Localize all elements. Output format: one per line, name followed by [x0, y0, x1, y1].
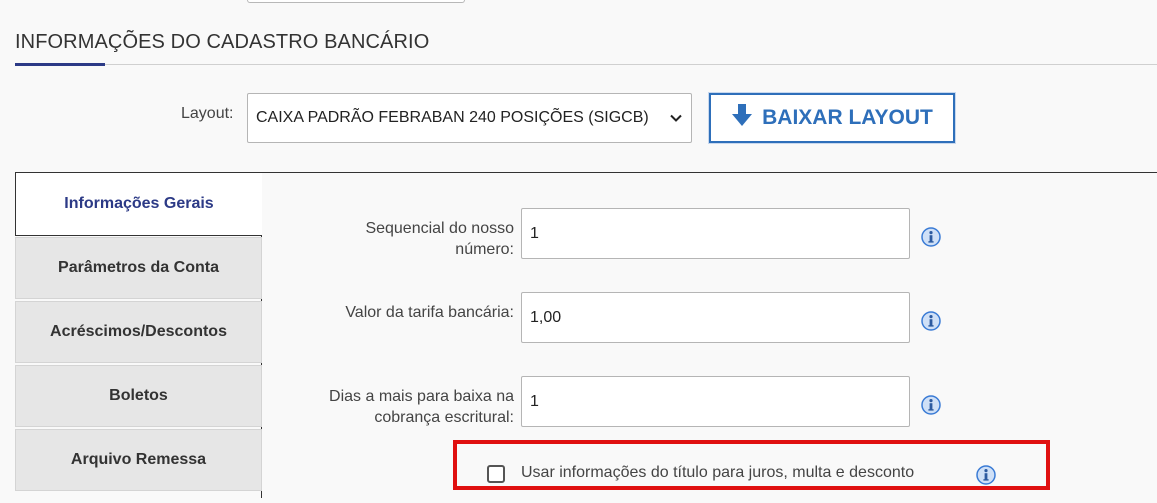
previous-field-input[interactable]	[247, 0, 465, 3]
dias-input[interactable]	[521, 376, 910, 427]
info-icon[interactable]	[921, 311, 941, 331]
dias-label: Dias a mais para baixa na cobrança escri…	[314, 386, 514, 428]
tab-arquivo-remessa[interactable]: Arquivo Remessa	[15, 429, 262, 491]
dias-label-line1: Dias a mais para baixa na	[329, 388, 514, 405]
tab-label: Arquivo Remessa	[70, 451, 207, 468]
sequencial-input[interactable]	[521, 208, 910, 259]
tab-boletos[interactable]: Boletos	[15, 365, 262, 427]
tarifa-input[interactable]	[521, 292, 910, 343]
layout-select-value: CAIXA PADRÃO FEBRABAN 240 POSIÇÕES (SIGC…	[256, 109, 649, 126]
sequencial-label-line1: Sequencial do nosso	[365, 220, 514, 237]
download-layout-button[interactable]: BAIXAR LAYOUT	[709, 93, 955, 143]
download-arrow-icon	[731, 103, 753, 133]
info-icon[interactable]	[976, 465, 996, 485]
tab-informacoes-gerais[interactable]: Informações Gerais	[15, 172, 262, 236]
download-layout-label: BAIXAR LAYOUT	[762, 106, 933, 129]
tab-parametros-da-conta[interactable]: Parâmetros da Conta	[15, 237, 262, 299]
section-divider	[15, 64, 1157, 65]
chevron-down-icon	[669, 111, 683, 125]
section-title: INFORMAÇÕES DO CADASTRO BANCÁRIO	[15, 31, 430, 53]
info-icon[interactable]	[921, 395, 941, 415]
tab-label: Acréscimos/Descontos	[50, 323, 227, 340]
dias-label-line2: cobrança escritural:	[374, 409, 514, 426]
sequencial-label: Sequencial do nosso número:	[314, 218, 514, 260]
layout-label: Layout:	[181, 105, 234, 122]
tab-acrescimos-descontos[interactable]: Acréscimos/Descontos	[15, 301, 262, 363]
tab-label: Informações Gerais	[64, 195, 214, 212]
tarifa-label: Valor da tarifa bancária:	[345, 304, 514, 321]
usar-informacoes-label[interactable]: Usar informações do título para juros, m…	[521, 464, 914, 482]
tab-label: Parâmetros da Conta	[58, 259, 219, 276]
info-icon[interactable]	[921, 227, 941, 247]
sequencial-label-line2: número:	[455, 241, 514, 258]
layout-select[interactable]: CAIXA PADRÃO FEBRABAN 240 POSIÇÕES (SIGC…	[247, 93, 692, 143]
section-divider-accent	[15, 63, 105, 66]
usar-informacoes-checkbox[interactable]	[487, 465, 505, 483]
tab-label: Boletos	[109, 387, 168, 404]
